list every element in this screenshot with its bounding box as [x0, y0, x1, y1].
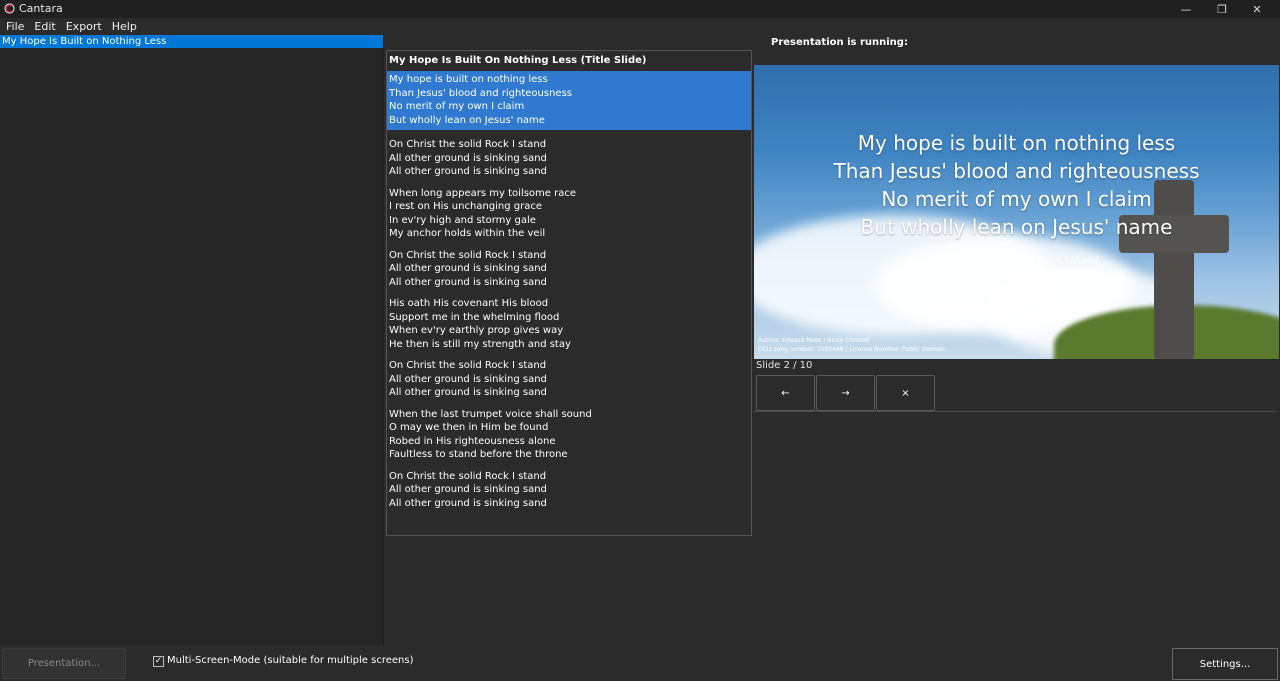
- slide-line: His oath His covenant His blood: [389, 298, 549, 309]
- slide-item-selected[interactable]: My hope is built on nothing less Than Je…: [387, 71, 751, 130]
- slide-counter: Slide 2 / 10: [756, 360, 813, 371]
- slide-line: In ev'ry high and stormy gale: [389, 214, 536, 226]
- close-icon: ✕: [1252, 2, 1262, 16]
- stop-presentation-button[interactable]: ×: [876, 375, 935, 411]
- cantara-window: Cantara — ❐ ✕ File Edit Export Help My H…: [0, 0, 1280, 681]
- slide-line: All other ground is sinking sand: [389, 387, 547, 398]
- slide-line: He then is still my strength and stay: [389, 338, 571, 350]
- slide-item[interactable]: On Christ the solid Rock I stand All oth…: [387, 136, 751, 181]
- slide-line: All other ground is sinking sand: [389, 263, 547, 274]
- slide-item[interactable]: On Christ the solid Rock I stand All oth…: [387, 357, 751, 402]
- slide-item[interactable]: On Christ the solid Rock I stand All oth…: [387, 247, 751, 292]
- preview-line: But wholly lean on Jesus' name: [860, 215, 1173, 239]
- slide-line: On Christ the solid Rock I stand: [389, 360, 547, 371]
- slide-panel: My Hope Is Built On Nothing Less (Title …: [385, 35, 753, 646]
- slide-line: Faultless to stand before the throne: [389, 449, 568, 460]
- slide-line: Than Jesus' blood and righteousness: [389, 87, 572, 99]
- preview-next-line: All other ground is sinking sand: [942, 283, 1100, 294]
- start-presentation-button[interactable]: Presentation...: [2, 648, 126, 679]
- song-list-item-selected[interactable]: My Hope Is Built on Nothing Less: [0, 35, 383, 48]
- multi-screen-label[interactable]: Multi-Screen-Mode (suitable for multiple…: [167, 655, 414, 666]
- slide-line: I rest on His unchanging grace: [389, 201, 543, 212]
- divider: [753, 411, 1277, 412]
- slide-line: When ev'ry earthly prop gives way: [389, 325, 564, 336]
- slide-line: On Christ the solid Rock I stand: [389, 139, 547, 150]
- menu-bar: File Edit Export Help: [0, 18, 1280, 35]
- title-slide-item[interactable]: My Hope Is Built On Nothing Less (Title …: [387, 51, 751, 71]
- preview-current-lines: My hope is built on nothing less Than Je…: [754, 129, 1279, 241]
- slide-item[interactable]: On Christ the solid Rock I stand All oth…: [387, 468, 751, 513]
- menu-export[interactable]: Export: [61, 18, 107, 35]
- window-title: Cantara: [19, 2, 63, 15]
- slide-line: On Christ the solid Rock I stand: [389, 470, 547, 482]
- preview-next-lines: On Christ the solid Rock I stand All oth…: [942, 254, 1100, 296]
- previous-slide-button[interactable]: ←: [756, 375, 815, 411]
- arrow-right-icon: →: [841, 387, 850, 399]
- preview-line: No merit of my own I claim: [881, 187, 1152, 211]
- presentation-panel: Presentation is running: My hope is buil…: [753, 35, 1280, 646]
- slide-line: All other ground is sinking sand: [389, 166, 547, 177]
- preview-author: Author: Edward Mote | Nicky Chiswell: [758, 337, 870, 344]
- preview-line: Than Jesus' blood and righteousness: [833, 159, 1200, 183]
- bottom-bar: Presentation... ✓ Multi-Screen-Mode (sui…: [0, 646, 1280, 681]
- slide-line: Robed in His righteousness alone: [389, 435, 556, 447]
- preview-line: My hope is built on nothing less: [857, 131, 1176, 155]
- slide-item[interactable]: When the last trumpet voice shall sound …: [387, 406, 751, 464]
- next-slide-button[interactable]: →: [816, 375, 875, 411]
- slide-preview: My hope is built on nothing less Than Je…: [754, 65, 1279, 359]
- slide-line: When long appears my toilsome race: [389, 187, 576, 199]
- slide-line: My hope is built on nothing less: [389, 74, 548, 85]
- close-window-button[interactable]: ✕: [1234, 0, 1280, 18]
- slide-item[interactable]: His oath His covenant His blood Support …: [387, 295, 751, 353]
- cantara-app-icon: [4, 3, 15, 14]
- arrow-left-icon: ←: [781, 387, 790, 399]
- slide-line: When the last trumpet voice shall sound: [389, 408, 592, 420]
- slide-line: All other ground is sinking sand: [389, 497, 547, 509]
- slide-item[interactable]: When long appears my toilsome race I res…: [387, 185, 751, 243]
- slide-line: O may we then in Him be found: [389, 422, 549, 433]
- slide-line: On Christ the solid Rock I stand: [389, 249, 547, 261]
- slide-line: All other ground is sinking sand: [389, 276, 547, 288]
- multi-screen-checkbox[interactable]: ✓: [153, 656, 164, 667]
- song-list[interactable]: My Hope Is Built on Nothing Less: [0, 35, 384, 646]
- preview-next-line: All other ground is sinking sand: [942, 269, 1100, 280]
- preview-ccli: CCLI song number: 2585446 | License Numb…: [758, 346, 945, 353]
- presentation-status: Presentation is running:: [771, 37, 908, 48]
- minimize-icon: —: [1180, 2, 1192, 16]
- close-icon: ×: [901, 387, 910, 399]
- menu-edit[interactable]: Edit: [29, 18, 60, 35]
- menu-file[interactable]: File: [0, 18, 29, 35]
- slide-list[interactable]: My Hope Is Built On Nothing Less (Title …: [386, 50, 752, 536]
- menu-help[interactable]: Help: [107, 18, 142, 35]
- restore-icon: ❐: [1217, 2, 1227, 16]
- title-bar: Cantara — ❐ ✕: [0, 0, 1280, 18]
- slide-line: But wholly lean on Jesus' name: [389, 114, 545, 126]
- slide-line: All other ground is sinking sand: [389, 484, 547, 495]
- slide-line: All other ground is sinking sand: [389, 152, 547, 164]
- slide-line: My anchor holds within the veil: [389, 228, 546, 239]
- preview-song-info: Author: Edward Mote | Nicky Chiswell CCL…: [758, 336, 945, 354]
- slide-line: Support me in the whelming flood: [389, 311, 560, 323]
- preview-next-line: On Christ the solid Rock I stand: [942, 255, 1100, 266]
- settings-button[interactable]: Settings...: [1172, 648, 1278, 680]
- slide-line: All other ground is sinking sand: [389, 373, 547, 385]
- slide-line: No merit of my own I claim: [389, 101, 525, 112]
